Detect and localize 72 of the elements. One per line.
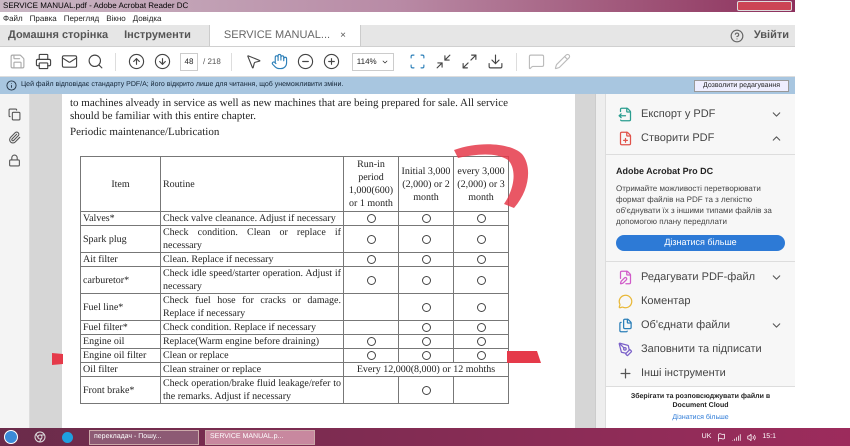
window-controls-icon[interactable] xyxy=(737,1,792,11)
help-icon xyxy=(730,28,744,42)
file-plus-icon xyxy=(618,130,633,146)
table-cell: Spark plug xyxy=(80,226,160,252)
tool-item[interactable]: Створити PDF xyxy=(606,126,795,150)
table-cell: Front brake* xyxy=(80,376,160,404)
table-cell: Every 12,000(8,000) or 12 mohths xyxy=(344,362,508,376)
paperclip-icon xyxy=(8,131,21,144)
chat-app-icon[interactable] xyxy=(62,432,73,442)
table-cell: Check valve cleanance. Adjust if necessary xyxy=(160,212,344,226)
file-edit-icon xyxy=(618,270,633,285)
table-cell: Oil filter xyxy=(80,362,160,376)
table-cell: carburetor* xyxy=(80,266,160,294)
browser-icon xyxy=(34,431,46,443)
zoom-dropdown[interactable]: 114% xyxy=(352,52,394,70)
table-cell: Clean or replace xyxy=(160,348,344,362)
tool-item[interactable]: Експорт у PDF xyxy=(606,102,795,126)
marker-stroke-drawing xyxy=(507,350,541,364)
table-cell: Clean strainer or replace xyxy=(160,362,344,376)
column-header: Routine xyxy=(160,156,344,212)
column-header: Item xyxy=(80,156,160,212)
plus-icon xyxy=(618,366,633,381)
page-total: / 218 xyxy=(203,56,221,68)
file-export-icon xyxy=(618,106,633,122)
section-heading: Periodic maintenance/Lubrication xyxy=(70,126,220,139)
tab[interactable]: Домашня сторінка xyxy=(0,25,116,46)
info-icon xyxy=(6,80,17,91)
start-button[interactable] xyxy=(4,430,18,444)
menu-item[interactable]: Перегляд xyxy=(64,14,100,22)
tab[interactable]: Інструменти xyxy=(116,25,199,46)
table-cell: Check operation/brake fluid leakage/refer to the remarks. Adjust if necessary xyxy=(160,376,344,404)
menu-item[interactable]: Файл xyxy=(3,14,23,22)
table-cell: Engine oil xyxy=(80,334,160,348)
window-title: SERVICE MANUAL.pdf - Adobe Acrobat Reader DC xyxy=(3,2,188,10)
pages-icon xyxy=(8,108,21,121)
sign-in-button[interactable]: Увійти xyxy=(754,27,789,44)
files-icon xyxy=(618,318,633,333)
promo-title: Adobe Acrobat Pro DC xyxy=(616,165,714,178)
menu-item[interactable]: Вікно xyxy=(106,14,126,22)
promo-text: Отримайте можливості перетворювати формат файлів на PDF та з легкістю об'єднувати їх з іншими типами файлів за допомогою плану передплати xyxy=(616,182,773,226)
table-cell: Engine oil filter xyxy=(80,348,160,362)
tool-item[interactable]: Інші інструменти xyxy=(606,362,795,386)
tab[interactable]: SERVICE MANUAL... × xyxy=(208,25,361,46)
tool-item[interactable]: Об'єднати файли xyxy=(606,314,795,338)
table-cell: Check idle speed/starter operation. Adjust if necessary xyxy=(160,266,344,294)
table-cell: Check condition. Clean or replace if necessary xyxy=(160,226,344,252)
pen-icon xyxy=(618,342,633,357)
table-cell: Valves* xyxy=(80,212,160,226)
marker-stroke-drawing xyxy=(50,352,64,366)
table-cell: Check fuel hose for cracks or damage. Replace if necessary xyxy=(160,294,344,320)
menu-item[interactable]: Довідка xyxy=(132,14,162,22)
speaker-icon xyxy=(747,432,756,442)
table-cell: Check condition. Replace if necessary xyxy=(160,320,344,334)
flag-icon xyxy=(717,432,726,442)
table-cell: Ait filter xyxy=(80,252,160,266)
page-field[interactable]: 48 xyxy=(180,52,198,70)
tool-item[interactable]: Коментар xyxy=(606,290,795,314)
speech-bubble-icon xyxy=(618,294,633,309)
menu-item[interactable]: Правка xyxy=(30,14,57,22)
table-cell: Fuel filter* xyxy=(80,320,160,334)
learn-more-button[interactable]: Дізнатися більше xyxy=(616,234,785,250)
table-cell: Clean. Replace if necessary xyxy=(160,252,344,266)
paragraph: to machines alveady in service as well as new machines that are being prepared for sale. All service should be familiar with this entire chapter. xyxy=(70,96,509,123)
table-cell: Replace(Warm engine before draining) xyxy=(160,334,344,348)
close-button[interactable]: × xyxy=(340,28,346,43)
table-cell: Fuel line* xyxy=(80,294,160,320)
tool-item[interactable]: Редагувати PDF-файл xyxy=(606,266,795,290)
lock-icon xyxy=(8,154,21,167)
column-header: Initial 3,000 (2,000) or 2 month xyxy=(398,156,454,212)
signal-icon xyxy=(732,432,742,442)
tool-item[interactable]: Заповнити та підписати xyxy=(606,338,795,362)
column-header: Run-in period 1,000(600) or 1 month xyxy=(344,156,398,212)
